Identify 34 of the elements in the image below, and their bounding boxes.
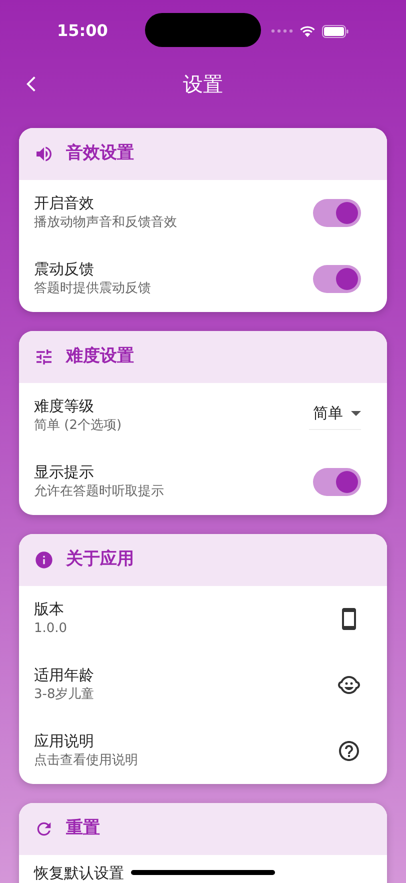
setting-title: 显示提示: [34, 463, 95, 481]
speaker-icon: [34, 144, 54, 164]
signal-icon: [271, 29, 293, 33]
wifi-icon: [299, 25, 316, 37]
section-title: 关于应用: [66, 548, 134, 572]
difficulty-dropdown[interactable]: 简单: [309, 402, 361, 430]
caret-icon: [351, 411, 361, 416]
setting-description: 1.0.0: [34, 620, 68, 638]
setting-title: 开启音效: [34, 194, 95, 212]
setting-description: 答题时提供震动反馈: [34, 280, 151, 298]
setting-title: 应用说明: [34, 732, 95, 750]
setting-description: 播放动物声音和反馈音效: [34, 214, 177, 232]
toggle-switch[interactable]: [313, 199, 361, 227]
setting-description: 点击查看使用说明: [34, 752, 138, 770]
child-face-icon: [337, 673, 361, 697]
setting-description: 3-8岁儿童: [34, 686, 94, 704]
page-title: 设置: [183, 71, 223, 98]
setting-title: 版本: [34, 600, 65, 618]
setting-title: 难度等级: [34, 397, 95, 415]
section-title: 难度设置: [66, 345, 134, 368]
sliders-icon: [34, 347, 54, 367]
setting-title: 恢复默认设置: [34, 864, 124, 882]
info-icon: [34, 550, 54, 570]
section-title: 重置: [66, 817, 100, 840]
status-time: 15:00: [57, 20, 108, 42]
setting-title: 适用年龄: [34, 666, 94, 684]
toggle-switch[interactable]: [313, 265, 361, 293]
section-title: 音效设置: [66, 142, 134, 166]
battery-icon: [322, 24, 349, 38]
setting-description: 简单 (2个选项): [34, 417, 122, 435]
setting-title: 震动反馈: [34, 260, 95, 278]
setting-description: 允许在答题时听取提示: [34, 483, 164, 501]
toggle-switch[interactable]: [313, 468, 361, 496]
help-icon: [337, 739, 361, 763]
